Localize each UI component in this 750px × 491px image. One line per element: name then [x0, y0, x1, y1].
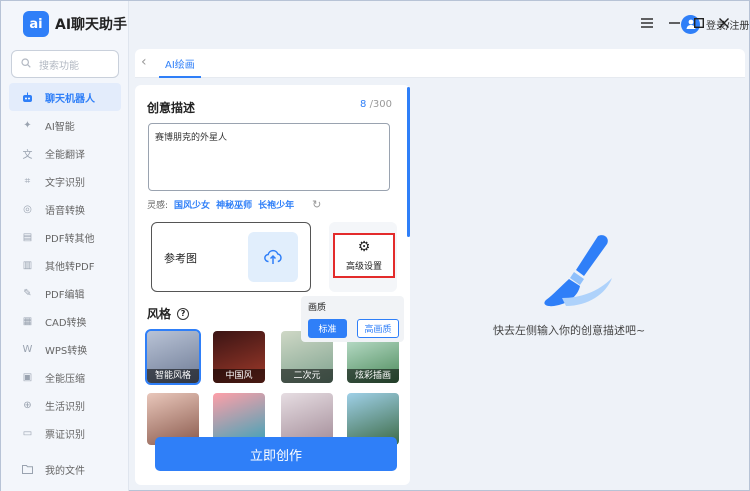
sidebar-item-label: WPS转换: [45, 345, 88, 357]
style-label: 智能风格: [147, 369, 199, 383]
sidebar-item-my-files[interactable]: 我的文件: [9, 455, 121, 483]
preview-panel: 快去左侧输入你的创意描述吧~: [423, 143, 739, 428]
sidebar-item-voice[interactable]: ◎ 语音转换: [9, 195, 121, 223]
translate-icon: 文: [22, 149, 33, 161]
sidebar-item-ocr[interactable]: ⌗ 文字识别: [9, 167, 121, 195]
inspiration-tag[interactable]: 神秘巫师: [216, 198, 252, 211]
minimize-icon[interactable]: [666, 15, 682, 31]
sidebar-item-label: 聊天机器人: [45, 93, 95, 105]
style-title-text: 风格: [147, 307, 172, 321]
sidebar-item-label: 语音转换: [45, 205, 85, 217]
sidebar-bottom: 我的文件: [9, 455, 121, 483]
sidebar-item-wps[interactable]: W WPS转换: [9, 335, 121, 363]
reference-image-card[interactable]: 参考图: [151, 222, 311, 292]
reference-image-label: 参考图: [164, 252, 197, 265]
ai-icon: ✦: [23, 119, 32, 131]
pdf-icon: ▤: [22, 231, 33, 243]
char-count-max: /300: [369, 99, 393, 110]
panel-scrollbar[interactable]: [407, 87, 410, 237]
cloud-upload-icon: [264, 249, 282, 264]
app-name: AI聊天助手: [55, 17, 128, 33]
sidebar-item-ticket[interactable]: ▭ 票证识别: [9, 419, 121, 447]
tab-bar: ‹ AI绘画: [135, 49, 745, 78]
folder-icon: [22, 464, 33, 475]
refresh-icon[interactable]: ↻: [312, 198, 321, 211]
sidebar-item-label: PDF转其他: [45, 233, 95, 245]
app-logo: ai AI聊天助手: [23, 11, 127, 37]
sidebar-item-ai[interactable]: ✦ AI智能: [9, 111, 121, 139]
wps-icon: W: [22, 343, 33, 355]
sidebar: ai AI聊天助手 搜索功能 聊天机器人 ✦ AI智能 文 全能翻译 ⌗ 文字识…: [1, 1, 129, 491]
upload-button[interactable]: [248, 232, 298, 282]
sidebar-item-label: PDF编辑: [45, 289, 85, 301]
back-arrow-icon[interactable]: ‹: [141, 54, 147, 70]
cad-icon: ▦: [22, 315, 33, 327]
inspiration-tag[interactable]: 国风少女: [174, 198, 210, 211]
style-card[interactable]: 中国风: [213, 331, 265, 383]
sidebar-item-pdf-edit[interactable]: ✎ PDF编辑: [9, 279, 121, 307]
life-icon: ⊕: [23, 399, 32, 411]
advanced-settings-card: ⚙ 高级设置: [329, 222, 397, 292]
create-button[interactable]: 立即创作: [155, 437, 397, 471]
sidebar-item-label: 我的文件: [45, 465, 85, 477]
maximize-icon[interactable]: [691, 15, 707, 31]
search-input[interactable]: 搜索功能: [11, 50, 119, 78]
voice-icon: ◎: [23, 203, 32, 215]
search-icon: [21, 57, 31, 71]
title-bar: 登录/注册: [129, 1, 750, 45]
tab-ai-drawing[interactable]: AI绘画: [159, 49, 201, 78]
advanced-settings-button[interactable]: ⚙ 高级设置: [333, 233, 395, 278]
inspiration-row: 灵感: 国风少女 神秘巫师 长袍少年 ↻: [147, 197, 321, 211]
sidebar-item-label: 全能压缩: [45, 373, 85, 385]
advanced-settings-label: 高级设置: [345, 262, 382, 272]
inspiration-label: 灵感:: [147, 200, 169, 211]
char-count-current: 8: [360, 99, 367, 110]
menu-icon[interactable]: [639, 15, 655, 31]
sidebar-item-label: 文字识别: [45, 177, 85, 189]
sidebar-item-compress[interactable]: ▣ 全能压缩: [9, 363, 121, 391]
sidebar-item-label: 生活识别: [45, 401, 85, 413]
edit-icon: ✎: [23, 287, 32, 299]
sidebar-item-translate[interactable]: 文 全能翻译: [9, 139, 121, 167]
sidebar-nav: 聊天机器人 ✦ AI智能 文 全能翻译 ⌗ 文字识别 ◎ 语音转换 ▤ PDF转…: [9, 83, 121, 447]
sidebar-item-label: 全能翻译: [45, 149, 85, 161]
prompt-input[interactable]: 赛博朋克的外星人: [148, 123, 390, 191]
search-placeholder: 搜索功能: [39, 60, 79, 72]
style-label: 中国风: [213, 369, 265, 383]
sidebar-item-label: AI智能: [45, 121, 75, 133]
sidebar-item-label: 票证识别: [45, 429, 85, 441]
close-icon[interactable]: [716, 15, 732, 31]
compress-icon: ▣: [22, 371, 33, 383]
sidebar-item-cad[interactable]: ▦ CAD转换: [9, 307, 121, 335]
robot-icon: [22, 92, 33, 103]
input-panel: 创意描述 8 /300 赛博朋克的外星人 灵感: 国风少女 神秘巫师 长袍少年 …: [135, 85, 410, 485]
style-label: 炫彩插画: [347, 369, 399, 383]
ticket-icon: ▭: [22, 427, 33, 439]
gear-icon: ⚙: [357, 239, 371, 255]
quality-popup: 画质 标准 高画质: [301, 296, 404, 342]
logo-icon: ai: [23, 11, 49, 37]
quality-standard-button[interactable]: 标准: [308, 319, 347, 338]
sidebar-item-label: 其他转PDF: [45, 261, 95, 273]
sidebar-item-pdf-to-other[interactable]: ▤ PDF转其他: [9, 223, 121, 251]
app-window: ai AI聊天助手 搜索功能 聊天机器人 ✦ AI智能 文 全能翻译 ⌗ 文字识…: [0, 0, 750, 491]
inspiration-tag[interactable]: 长袍少年: [258, 198, 294, 211]
quality-title: 画质: [308, 303, 327, 313]
style-section-title: 风格 ?: [147, 305, 190, 322]
scan-icon: ⌗: [24, 175, 31, 187]
paintbrush-icon: [544, 235, 612, 307]
sidebar-item-label: CAD转换: [45, 317, 87, 329]
quality-high-button[interactable]: 高画质: [357, 319, 399, 338]
sidebar-item-life[interactable]: ⊕ 生活识别: [9, 391, 121, 419]
style-label: 二次元: [281, 369, 333, 383]
style-card[interactable]: 智能风格: [145, 329, 201, 385]
help-icon[interactable]: ?: [177, 307, 190, 320]
sidebar-item-other-to-pdf[interactable]: ▥ 其他转PDF: [9, 251, 121, 279]
preview-placeholder: 快去左侧输入你的创意描述吧~: [493, 324, 646, 337]
sidebar-item-chatbot[interactable]: 聊天机器人: [9, 83, 121, 111]
file-icon: ▥: [22, 259, 33, 271]
char-counter: 8 /300: [360, 99, 392, 110]
prompt-title: 创意描述: [147, 101, 196, 115]
